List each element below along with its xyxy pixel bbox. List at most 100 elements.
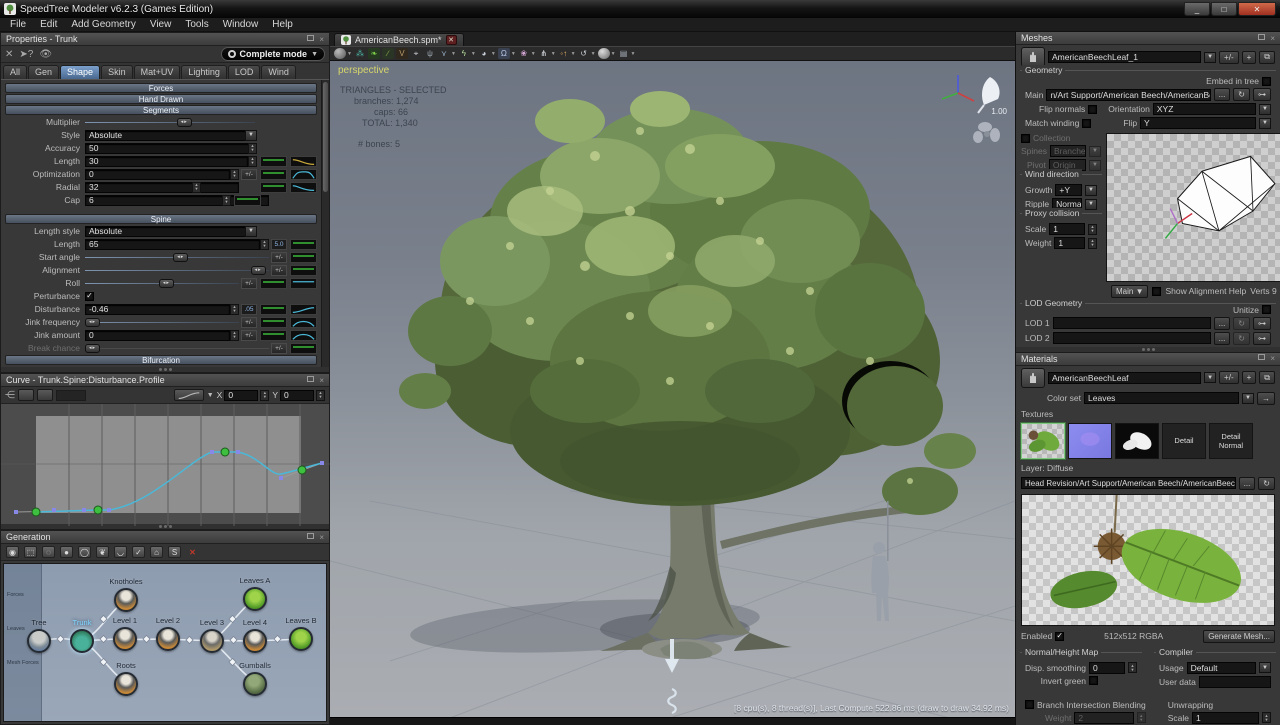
optimization-profile-thumb[interactable] — [260, 169, 287, 180]
branch-tool[interactable]: V — [396, 48, 408, 59]
optimization-curve-thumb[interactable] — [290, 169, 317, 180]
lod2-field[interactable] — [1053, 332, 1211, 344]
plant-tool[interactable]: ψ — [424, 48, 436, 59]
tab-lod[interactable]: LOD — [228, 65, 261, 79]
mushroom-tool[interactable]: ⌖ — [410, 48, 422, 59]
alignment-slider[interactable]: ◂▸ — [85, 265, 269, 276]
grass-tool[interactable]: ∕ — [382, 48, 394, 59]
node-level-3[interactable] — [200, 629, 224, 653]
node-gumballs[interactable] — [243, 672, 267, 696]
tab-mat-uv[interactable]: Mat+UV — [134, 65, 181, 79]
scale-spinner[interactable]: ▲▼ — [1088, 224, 1097, 235]
properties-scrollbar[interactable] — [321, 80, 329, 367]
eye-display-tool[interactable]: ◕▼ — [478, 48, 496, 59]
tab-shape[interactable]: Shape — [60, 65, 100, 79]
accuracy-spinner[interactable]: ▲▼ — [248, 143, 257, 154]
select-tool-icon[interactable]: ◉ — [6, 546, 19, 558]
node-leaves-b[interactable] — [289, 627, 313, 651]
node-trunk[interactable] — [70, 629, 94, 653]
accuracy-input[interactable]: 50 — [85, 143, 255, 154]
jink-amount-spinner[interactable]: ▲▼ — [230, 330, 239, 341]
visibility-icon[interactable]: ◡ — [114, 546, 127, 558]
growth-caret[interactable]: ▼ — [1085, 185, 1097, 196]
optimization-spinner[interactable]: ▲▼ — [230, 169, 239, 180]
main-path-field[interactable]: n/Art Support/American Beech/AmericanBee… — [1046, 89, 1210, 101]
ear-wind-tool[interactable]: Ω▼ — [498, 48, 516, 59]
jink-amount-variance[interactable]: +/- — [241, 330, 257, 341]
jink-amount-thumb2[interactable] — [290, 330, 317, 341]
section-hand-drawn[interactable]: Hand Drawn — [5, 94, 317, 104]
maximize-button[interactable]: □ — [1211, 2, 1237, 16]
curve-value-field[interactable] — [56, 390, 86, 401]
radial-profile-thumb[interactable] — [260, 182, 287, 193]
document-tab[interactable]: AmericanBeech.spm* ✕ — [334, 33, 464, 46]
marquee-select-icon[interactable]: ⬚ — [24, 546, 37, 558]
mesh-select-dropdown[interactable]: AmericanBeechLeaf_1 — [1048, 51, 1201, 63]
jink-frequency-slider[interactable]: ◂▸ — [85, 317, 239, 328]
material-select-dropdown[interactable]: AmericanBeechLeaf — [1048, 372, 1201, 384]
break-chance-variance[interactable]: +/- — [271, 343, 287, 354]
texture-browse-button[interactable]: ... — [1239, 477, 1256, 490]
mesh-copy-button[interactable]: ⧉ — [1259, 51, 1275, 64]
usage-dropdown[interactable]: Default — [1187, 662, 1256, 674]
tab-wind[interactable]: Wind — [261, 65, 296, 79]
style-dropdown-caret[interactable]: ▼ — [245, 130, 257, 141]
weight-input[interactable]: 1 — [1054, 237, 1085, 249]
leaf-tool[interactable]: ❧ — [368, 48, 380, 59]
close-panel-icon[interactable]: × — [319, 376, 324, 385]
material-copy-button[interactable]: ⧉ — [1259, 371, 1275, 384]
grab-mesh-button[interactable] — [1021, 47, 1045, 67]
section-spine[interactable]: Spine — [5, 214, 317, 224]
sphere-tool[interactable]: ▼ — [598, 48, 616, 59]
float-panel-icon[interactable] — [307, 376, 314, 382]
flip-caret[interactable]: ▼ — [1259, 118, 1271, 129]
radial-input[interactable]: 32 — [85, 182, 239, 193]
float-panel-icon[interactable] — [1258, 34, 1265, 40]
alpha-texture-thumb[interactable] — [1115, 423, 1159, 459]
delete-node-icon[interactable]: ✕ — [186, 546, 199, 558]
node-knotholes[interactable] — [114, 588, 138, 612]
diffuse-texture-thumb[interactable] — [1021, 423, 1065, 459]
node-level-1[interactable] — [113, 627, 137, 651]
mesh-preview[interactable] — [1106, 133, 1280, 282]
roll-slider[interactable]: ◂▸ — [85, 278, 239, 289]
disturbance-thumb1[interactable] — [260, 304, 287, 315]
unitize-checkbox[interactable] — [1262, 305, 1271, 314]
weight-spinner[interactable]: ▲▼ — [1088, 238, 1097, 249]
jink-amount-input[interactable]: 0 — [85, 330, 230, 341]
tree-display-tool[interactable]: ⁂ — [354, 48, 366, 59]
splitter-handle[interactable] — [1, 367, 329, 372]
length-spinner[interactable]: ▲▼ — [248, 156, 257, 167]
splitter-handle[interactable] — [1016, 347, 1280, 352]
material-dropdown-caret[interactable]: ▼ — [1204, 372, 1216, 383]
disturbance-thumb2[interactable] — [290, 304, 317, 315]
invert-green-checkbox[interactable] — [1089, 676, 1098, 685]
menu-edit[interactable]: Edit — [34, 19, 63, 30]
eye-icon[interactable]: 👁︎ — [39, 49, 52, 60]
style-dropdown[interactable]: Absolute — [85, 130, 255, 141]
lod1-reload[interactable]: ↻ — [1233, 317, 1250, 330]
match-winding-checkbox[interactable] — [1082, 119, 1091, 128]
mesh-dropdown-caret[interactable]: ▼ — [1204, 52, 1216, 63]
mesh-add-button[interactable]: + — [1242, 51, 1257, 64]
optimization-variance-button[interactable]: +/- — [241, 169, 257, 180]
jink-amount-thumb1[interactable] — [260, 330, 287, 341]
enabled-checkbox[interactable]: ✓ — [1055, 632, 1064, 641]
viewport-3d[interactable]: perspective TRIANGLES - SELECTED branche… — [330, 61, 1015, 717]
scale-input[interactable]: 1 — [1049, 223, 1085, 235]
deselect-icon[interactable]: ✕ — [5, 49, 13, 60]
render-mode-tool[interactable]: ▼ — [334, 48, 352, 59]
frame-all-icon[interactable]: ◯ — [78, 546, 91, 558]
lasso-select-icon[interactable]: ◌ — [42, 546, 55, 558]
length-style-dropdown[interactable]: Absolute — [85, 226, 255, 237]
disp-spinner[interactable]: ▲▼ — [1128, 662, 1137, 673]
jink-frequency-thumb1[interactable] — [260, 317, 287, 328]
spines-dropdown[interactable]: Branches — [1050, 145, 1086, 157]
flower-tool[interactable]: ❀▼ — [518, 48, 536, 59]
close-panel-icon[interactable]: × — [319, 35, 324, 44]
spine-length-spinner[interactable]: ▲▼ — [260, 239, 269, 250]
disturbance-spinner[interactable]: ▲▼ — [230, 304, 239, 315]
tab-gen[interactable]: Gen — [28, 65, 59, 79]
start-angle-variance[interactable]: +/- — [271, 252, 287, 263]
close-panel-icon[interactable]: × — [319, 533, 324, 542]
